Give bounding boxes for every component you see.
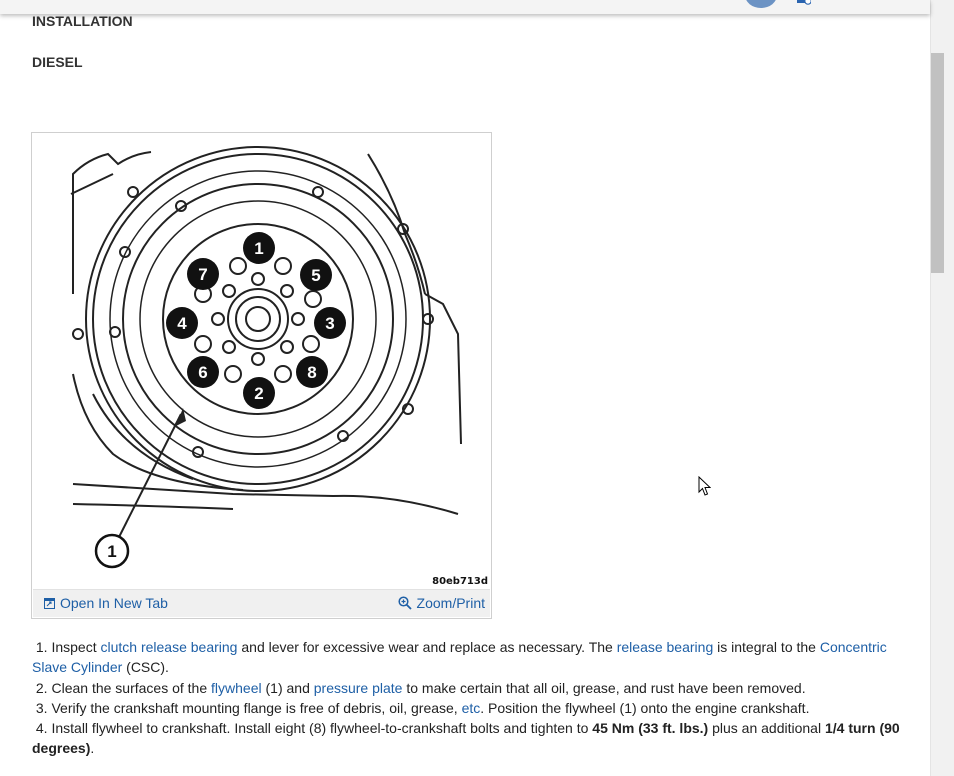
step-text: is integral to the — [713, 639, 820, 655]
step-link[interactable]: release bearing — [617, 639, 714, 655]
step-text: and lever for excessive wear and replace… — [237, 639, 617, 655]
step-text: Clean the surfaces of the — [51, 679, 212, 696]
svg-text:7: 7 — [198, 265, 207, 284]
callout-7: 7 — [187, 258, 219, 290]
section-title-installation: INSTALLATION — [32, 13, 133, 29]
callout-1: 1 — [243, 232, 275, 264]
step-item: 1. Inspect clutch release bearing and le… — [32, 637, 912, 678]
figure-toolbar: Open In New Tab Zoom/Print — [33, 589, 490, 617]
flywheel-diagram: 1 5 7 4 3 6 8 2 1 — [70, 146, 462, 569]
step-text: (CSC). — [122, 659, 169, 676]
step-text: plus an additional — [708, 720, 825, 737]
callout-2: 2 — [243, 377, 275, 409]
svg-text:6: 6 — [198, 363, 207, 382]
svg-text:3: 3 — [325, 314, 334, 333]
step-text: . — [90, 740, 95, 757]
zoom-print-label: Zoom/Print — [416, 595, 485, 611]
figure-code: 80eb713d — [432, 576, 488, 587]
svg-text:4: 4 — [177, 314, 187, 333]
callout-4: 4 — [166, 307, 198, 339]
step-link[interactable]: flywheel — [211, 680, 262, 696]
step-number: 1. — [32, 639, 52, 655]
step-number: 4. — [32, 720, 52, 737]
open-new-tab-link[interactable]: Open In New Tab — [44, 595, 168, 611]
step-emphasis: 45 Nm (33 ft. lbs.) — [592, 720, 709, 737]
step-text: Verify the crankshaft mounting flange is… — [51, 699, 462, 716]
step-text: Install flywheel to crankshaft. Install … — [51, 720, 593, 737]
svg-text:1: 1 — [107, 542, 116, 561]
step-text: Inspect — [51, 639, 101, 655]
section-title-diesel: DIESEL — [32, 54, 83, 70]
user-avatar[interactable] — [745, 0, 777, 8]
svg-text:8: 8 — [307, 363, 316, 382]
step-text: (1) and — [261, 679, 314, 696]
svg-text:5: 5 — [311, 266, 320, 285]
open-new-tab-label: Open In New Tab — [60, 595, 168, 611]
step-text: to make certain that all oil, grease, an… — [402, 679, 806, 696]
open-new-tab-icon — [44, 597, 55, 609]
step-item: 4. Install flywheel to crankshaft. Insta… — [32, 718, 912, 759]
step-text: . Position the flywheel (1) onto the eng… — [480, 699, 810, 716]
callout-1-leader: 1 — [94, 533, 130, 569]
callout-3: 3 — [314, 307, 346, 339]
scrollbar-thumb[interactable] — [931, 53, 944, 273]
callout-8: 8 — [296, 356, 328, 388]
step-link[interactable]: clutch release bearing — [101, 639, 238, 655]
step-item: 3. Verify the crankshaft mounting flange… — [32, 698, 912, 718]
step-number: 2. — [32, 679, 52, 696]
callout-5: 5 — [300, 259, 332, 291]
zoom-icon — [397, 596, 412, 610]
callout-6: 6 — [187, 356, 219, 388]
bookmark-icon[interactable] — [797, 0, 811, 5]
top-toolbar — [0, 0, 930, 14]
zoom-print-link[interactable]: Zoom/Print — [397, 595, 485, 611]
procedure-steps: 1. Inspect clutch release bearing and le… — [32, 637, 912, 759]
svg-text:2: 2 — [254, 384, 263, 403]
step-number: 3. — [32, 699, 52, 716]
flywheel-figure: 1 5 7 4 3 6 8 2 1 80eb713d Open In New T… — [31, 132, 492, 619]
mouse-cursor-icon — [698, 476, 711, 496]
step-link[interactable]: pressure plate — [314, 680, 403, 696]
step-link[interactable]: etc — [462, 700, 481, 716]
svg-text:1: 1 — [254, 239, 263, 258]
step-item: 2. Clean the surfaces of the flywheel (1… — [32, 678, 912, 698]
